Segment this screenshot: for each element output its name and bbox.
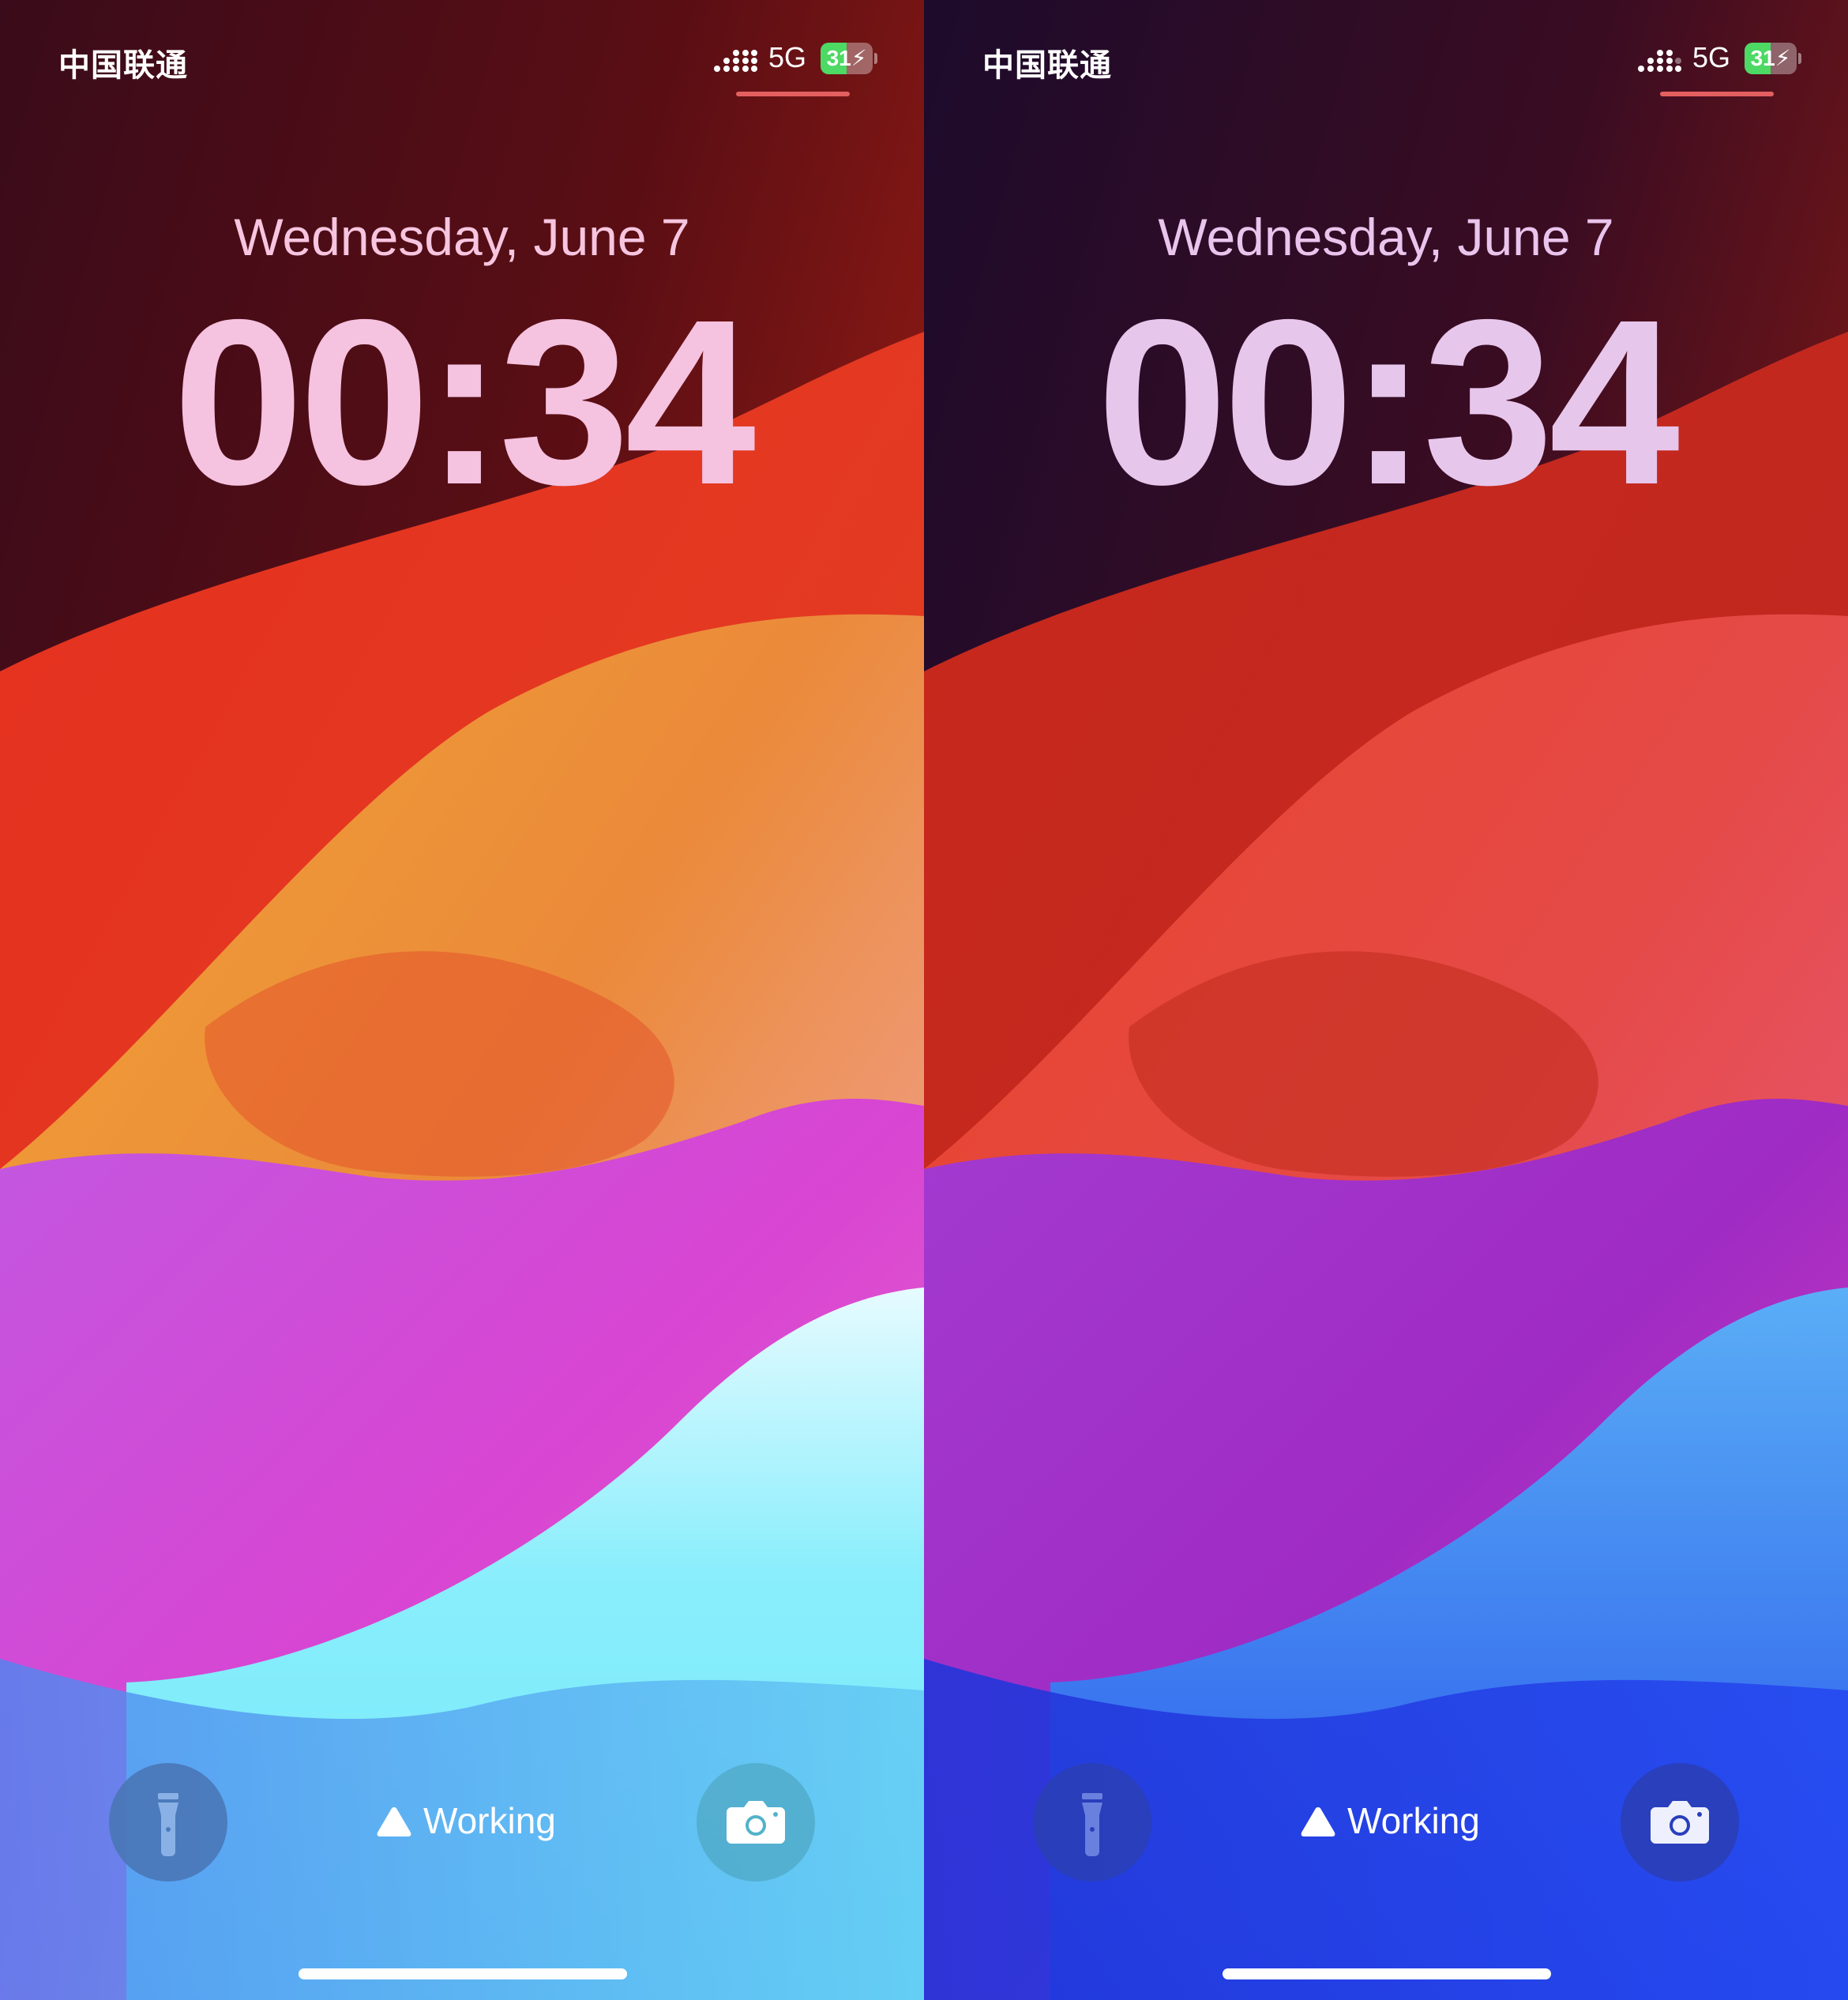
battery-nub	[874, 53, 877, 64]
camera-icon	[1651, 1801, 1709, 1844]
camera-icon	[727, 1801, 785, 1844]
lock-screen-dark: 中国联通 5G 31⚡ Wednesday, June 7 00:34 Work…	[924, 0, 1848, 2000]
triangle-focus-icon	[1301, 1807, 1335, 1836]
status-indicator-bar	[736, 92, 850, 96]
network-type-label: 5G	[1692, 41, 1731, 73]
battery-indicator: 31⚡	[1745, 43, 1801, 74]
flashlight-button[interactable]	[1033, 1763, 1151, 1882]
lock-date: Wednesday, June 7	[1158, 208, 1614, 266]
battery-indicator: 31⚡	[821, 43, 877, 74]
lock-screen-comparison: 中国联通 5G 31⚡ Wednesday, June 7 00:34 Work…	[0, 0, 1848, 2000]
lock-clock: 00:34	[172, 271, 756, 534]
battery-percent: 31⚡	[1750, 46, 1791, 70]
signal-strength-icon	[1638, 50, 1681, 72]
flashlight-icon	[1082, 1793, 1102, 1856]
flashlight-icon	[158, 1793, 178, 1856]
focus-mode-label: Working	[1347, 1800, 1480, 1841]
charging-bolt-icon: ⚡	[1775, 46, 1791, 70]
status-bar: 中国联通 5G 31⚡	[924, 0, 1848, 103]
carrier-label: 中国联通	[982, 48, 1112, 83]
lock-clock: 00:34	[1096, 271, 1680, 534]
focus-mode-button[interactable]: Working	[332, 1793, 592, 1848]
battery-body: 31⚡	[1745, 43, 1797, 74]
battery-percent: 31⚡	[826, 46, 867, 70]
carrier-label: 中国联通	[58, 48, 188, 83]
signal-strength-icon	[714, 50, 757, 72]
focus-mode-label: Working	[423, 1800, 556, 1841]
charging-bolt-icon: ⚡	[851, 46, 867, 70]
triangle-focus-icon	[377, 1807, 411, 1836]
home-indicator[interactable]	[299, 1968, 627, 1979]
network-type-label: 5G	[768, 41, 807, 73]
focus-mode-button[interactable]: Working	[1256, 1793, 1516, 1848]
camera-button[interactable]	[1621, 1763, 1739, 1882]
home-indicator[interactable]	[1223, 1968, 1551, 1979]
camera-button[interactable]	[697, 1763, 815, 1882]
lock-screen-light: 中国联通 5G 31⚡ Wednesday, June 7 00:34 Work…	[0, 0, 924, 2000]
battery-nub	[1798, 53, 1801, 64]
status-indicator-bar	[1660, 92, 1774, 96]
battery-body: 31⚡	[821, 43, 873, 74]
status-bar: 中国联通 5G 31⚡	[0, 0, 924, 103]
lock-date: Wednesday, June 7	[234, 208, 690, 266]
flashlight-button[interactable]	[109, 1763, 227, 1882]
